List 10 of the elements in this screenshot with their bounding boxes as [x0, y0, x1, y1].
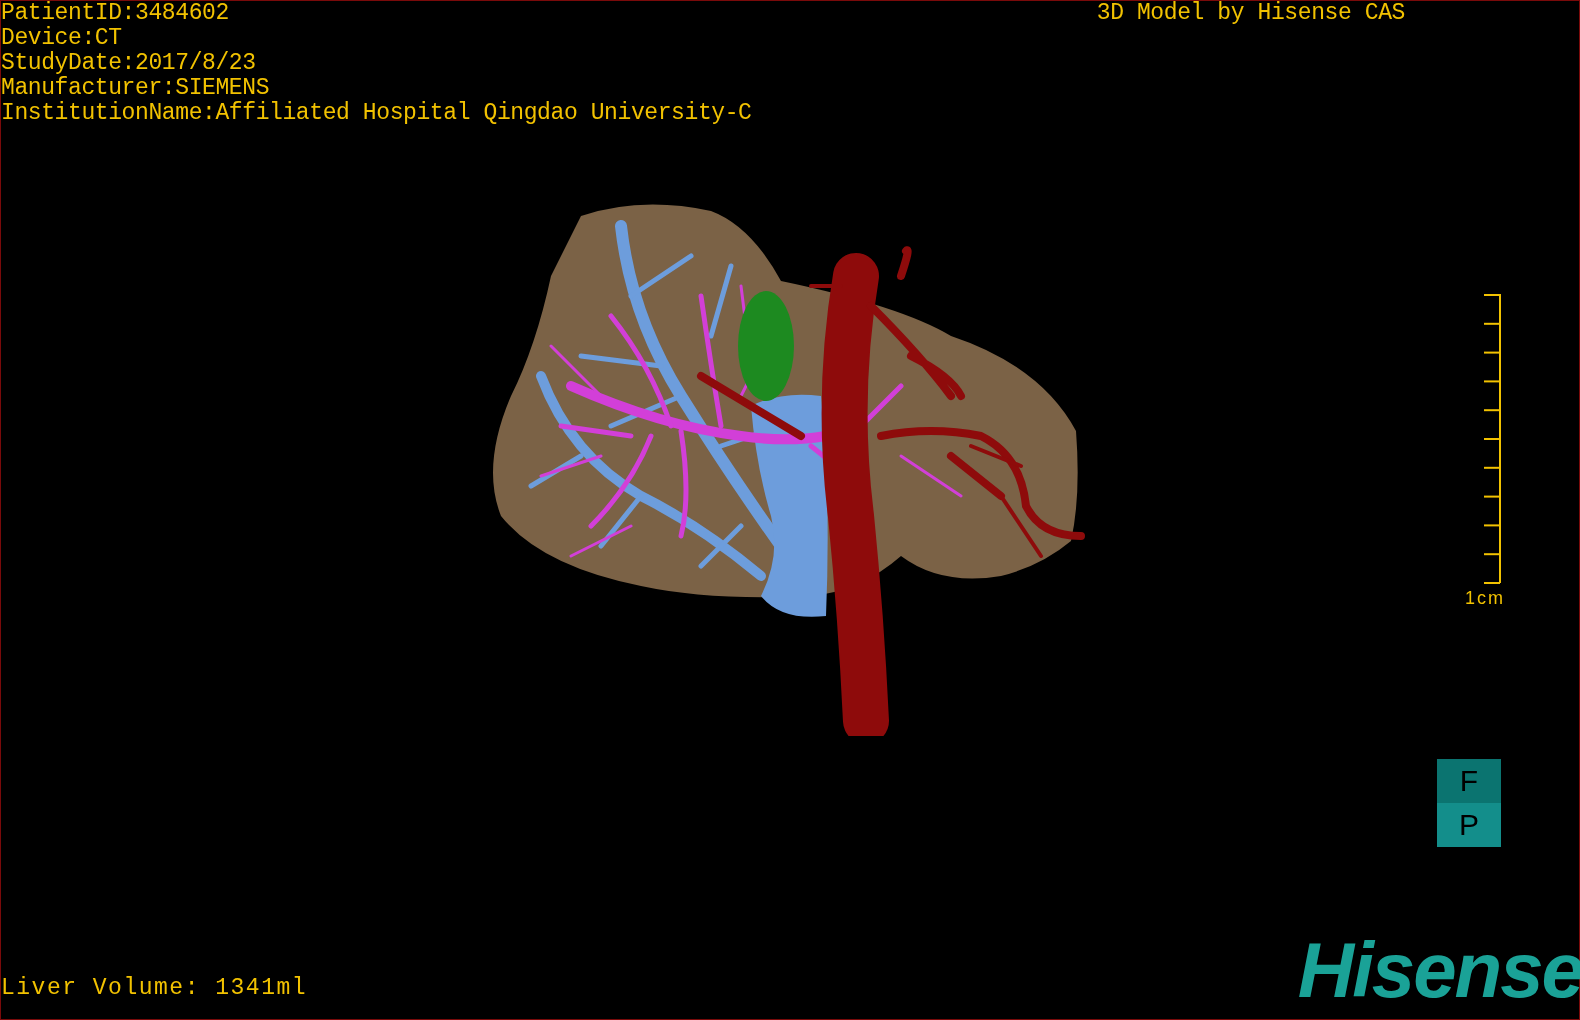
info-text: InstitutionName:Affiliated Hospital Qingdao University-C: [1, 101, 752, 126]
scale-label: 1cm: [1465, 588, 1505, 609]
info-text: Device:CT: [1, 26, 123, 51]
liver-volume-text: Liver Volume: 1341ml: [1, 976, 308, 1001]
credit-text: 3D Model by Hisense CAS: [1096, 1, 1405, 26]
orientation-face[interactable]: F: [1437, 759, 1501, 803]
info-text: PatientID:3484602: [1, 1, 230, 26]
info-text: Manufacturer:SIEMENS: [1, 76, 271, 101]
orientation-face[interactable]: P: [1437, 803, 1501, 847]
info-text: StudyDate:2017/8/23: [1, 51, 257, 76]
